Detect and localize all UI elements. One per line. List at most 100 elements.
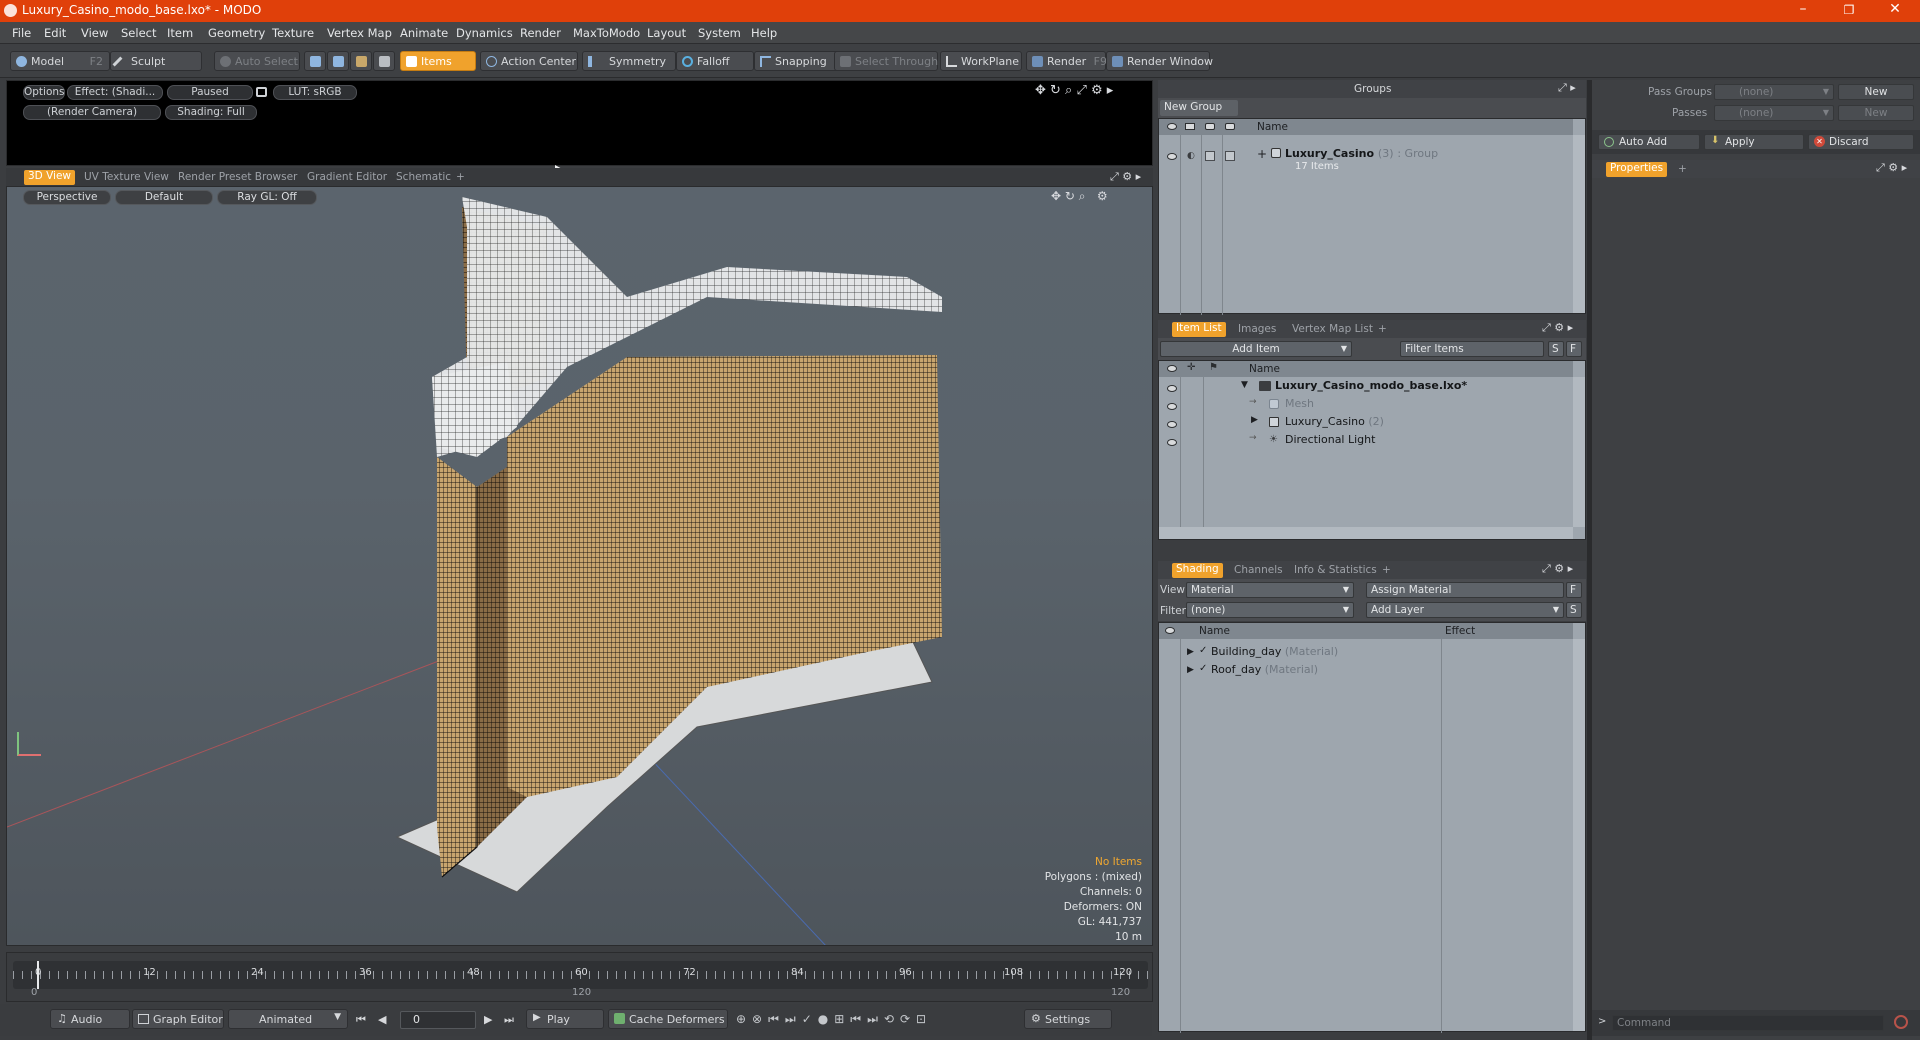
graph-editor-button[interactable]: Graph Editor bbox=[132, 1009, 224, 1029]
menu-geometry[interactable]: Geometry bbox=[208, 26, 265, 40]
apply-button[interactable]: ⬇ Apply bbox=[1704, 134, 1804, 150]
group-row-lock-box[interactable] bbox=[1205, 151, 1215, 161]
visibility-eye-icon[interactable] bbox=[1167, 123, 1177, 130]
menu-help[interactable]: Help bbox=[751, 26, 777, 40]
tab-images[interactable]: Images bbox=[1238, 323, 1276, 335]
shading-f-button[interactable]: F bbox=[1566, 582, 1582, 598]
action-center-button[interactable]: Action Center bbox=[480, 51, 578, 71]
add-tab-button[interactable]: + bbox=[456, 171, 465, 183]
render-window-button[interactable]: Render Window bbox=[1106, 51, 1213, 71]
workplane-button[interactable]: WorkPlane bbox=[940, 51, 1022, 71]
group-row-name[interactable]: Luxury_Casino (3) : Group bbox=[1285, 147, 1438, 160]
add-layer-dropdown[interactable]: Add Layer ▼ bbox=[1366, 602, 1564, 618]
preview-paused-button[interactable]: Paused bbox=[167, 85, 253, 100]
item-row-mesh[interactable]: Mesh bbox=[1285, 397, 1314, 410]
prev-key-icon[interactable]: ◀ bbox=[378, 1013, 386, 1026]
tab-3d-view[interactable]: 3D View bbox=[24, 170, 76, 185]
menu-texture[interactable]: Texture bbox=[272, 26, 314, 40]
go-end-icon[interactable]: ⏭ bbox=[504, 1013, 514, 1027]
render-eye-icon[interactable] bbox=[1185, 123, 1195, 130]
minimize-button[interactable]: – bbox=[1780, 1, 1826, 17]
preview-shading-dropdown[interactable]: Shading: Full bbox=[165, 105, 257, 120]
discard-button[interactable]: ✕ Discard bbox=[1808, 134, 1914, 150]
animated-dropdown[interactable]: Animated ▼ bbox=[228, 1009, 348, 1029]
tab-item-list[interactable]: Item List bbox=[1172, 322, 1226, 337]
menu-animate[interactable]: Animate bbox=[400, 26, 448, 40]
tab-channels[interactable]: Channels bbox=[1234, 564, 1283, 576]
symmetry-button[interactable]: Symmetry bbox=[582, 51, 676, 71]
edges-mode-button[interactable] bbox=[327, 51, 349, 71]
view-panel-icons[interactable]: ⤢ ⚙ ▸ bbox=[1110, 170, 1141, 184]
item-row-scene[interactable]: Luxury_Casino_modo_base.lxo* bbox=[1275, 379, 1467, 392]
tab-shading[interactable]: Shading bbox=[1172, 563, 1223, 578]
preview-nav-icons[interactable]: ✥ ↻ ⌕ ⤢ ⚙ ▸ bbox=[1035, 83, 1113, 98]
polygons-mode-button[interactable] bbox=[350, 51, 372, 71]
new-group-button[interactable]: New Group bbox=[1160, 100, 1238, 116]
cache-deformers-button[interactable]: Cache Deformers bbox=[608, 1009, 728, 1029]
expand-arrow-icon[interactable]: ▶ bbox=[1251, 415, 1258, 425]
shading-s-button[interactable]: S bbox=[1566, 602, 1582, 618]
filter-dropdown[interactable]: (none) ▼ bbox=[1186, 602, 1354, 618]
auto-add-button[interactable]: Auto Add bbox=[1598, 134, 1700, 150]
item-list-s-button[interactable]: S bbox=[1548, 341, 1564, 357]
shader-visibility-header-icon[interactable] bbox=[1165, 627, 1175, 634]
row-eye-icon[interactable] bbox=[1167, 439, 1177, 446]
preview-options-button[interactable]: Options bbox=[23, 85, 65, 100]
model-mode-button[interactable]: Model F2 bbox=[10, 51, 110, 71]
menu-dynamics[interactable]: Dynamics bbox=[456, 26, 513, 40]
shader-row-roof-day[interactable]: Roof_day (Material) bbox=[1211, 663, 1318, 676]
new-pass-group-button[interactable]: New bbox=[1838, 84, 1914, 100]
auto-select-button[interactable]: Auto Select bbox=[214, 51, 300, 71]
select-col-icon[interactable] bbox=[1225, 123, 1235, 130]
menu-system[interactable]: System bbox=[698, 26, 741, 40]
key-tool-icons[interactable]: ⊕⊗⏮⏭✓●⊞⏮⏭⟲⟳⊡ bbox=[736, 1012, 932, 1027]
sculpt-mode-button[interactable]: Sculpt bbox=[110, 51, 202, 71]
properties-panel-icons[interactable]: ⤢ ⚙ ▸ bbox=[1876, 161, 1907, 175]
audio-button[interactable]: ♫ Audio bbox=[50, 1009, 130, 1029]
timeline[interactable]: 0 12 24 36 48 60 72 84 96 108 120 0 120 … bbox=[6, 952, 1153, 1002]
tab-schematic[interactable]: Schematic bbox=[396, 171, 451, 183]
tab-render-preset-browser[interactable]: Render Preset Browser bbox=[178, 171, 297, 183]
play-button[interactable]: ▶ Play bbox=[526, 1009, 604, 1029]
render-button[interactable]: Render F9 bbox=[1026, 51, 1107, 71]
item-render-header-icon[interactable]: ✛ bbox=[1187, 362, 1195, 373]
next-key-icon[interactable]: ▶ bbox=[484, 1013, 492, 1026]
frame-field[interactable]: 0 bbox=[400, 1011, 476, 1029]
preview-camera-dropdown[interactable]: (Render Camera) bbox=[23, 105, 161, 120]
tab-uv-texture-view[interactable]: UV Texture View bbox=[84, 171, 169, 183]
shading-panel-icons[interactable]: ⤢ ⚙ ▸ bbox=[1542, 562, 1573, 576]
items-mode-button[interactable]: Items bbox=[400, 51, 476, 71]
item-list-vscroll[interactable] bbox=[1573, 377, 1585, 527]
pass-groups-dropdown[interactable]: (none) ▼ bbox=[1714, 84, 1834, 100]
collapse-arrow-icon[interactable]: ▼ bbox=[1241, 380, 1248, 390]
shading-add-tab[interactable]: + bbox=[1382, 564, 1391, 576]
close-button[interactable]: ✕ bbox=[1872, 1, 1918, 17]
materials-mode-button[interactable] bbox=[373, 51, 395, 71]
row-eye-icon[interactable] bbox=[1167, 385, 1177, 392]
lock-col-icon[interactable] bbox=[1205, 123, 1215, 130]
view-dropdown[interactable]: Material ▼ bbox=[1186, 582, 1354, 598]
add-item-dropdown[interactable]: Add Item ▼ bbox=[1160, 341, 1352, 357]
snapping-button[interactable]: Snapping bbox=[754, 51, 840, 71]
group-row-render-icon[interactable]: ◐ bbox=[1187, 151, 1195, 161]
restore-button[interactable]: ❐ bbox=[1826, 3, 1872, 17]
filter-items-input[interactable]: Filter Items bbox=[1400, 341, 1544, 357]
shader-row-building-day[interactable]: Building_day (Material) bbox=[1211, 645, 1338, 658]
tab-vertex-map-list[interactable]: Vertex Map List bbox=[1292, 323, 1373, 335]
groups-scrollbar[interactable] bbox=[1573, 135, 1585, 313]
item-list-add-tab[interactable]: + bbox=[1378, 323, 1387, 335]
menu-layout[interactable]: Layout bbox=[647, 26, 686, 40]
item-list-tree[interactable]: Name ✛ ⚑ ▼ Luxury_Casino_modo_base.lxo* … bbox=[1158, 360, 1586, 540]
item-row-directional-light[interactable]: Directional Light bbox=[1285, 433, 1375, 446]
menu-vertex-map[interactable]: Vertex Map bbox=[327, 26, 392, 40]
item-visibility-header-icon[interactable] bbox=[1167, 365, 1177, 372]
menu-edit[interactable]: Edit bbox=[44, 26, 66, 40]
command-input[interactable]: Command bbox=[1612, 1015, 1884, 1031]
tab-gradient-editor[interactable]: Gradient Editor bbox=[307, 171, 387, 183]
groups-panel-icons[interactable]: ⤢ ▸ bbox=[1558, 81, 1576, 95]
row-eye-icon[interactable] bbox=[1167, 403, 1177, 410]
falloff-button[interactable]: Falloff bbox=[676, 51, 754, 71]
settings-button[interactable]: ⚙ Settings bbox=[1024, 1009, 1112, 1029]
shader-tree[interactable]: Name Effect ▶ ✓ Building_day (Material) … bbox=[1158, 622, 1586, 1033]
properties-add-tab[interactable]: + bbox=[1678, 163, 1687, 175]
